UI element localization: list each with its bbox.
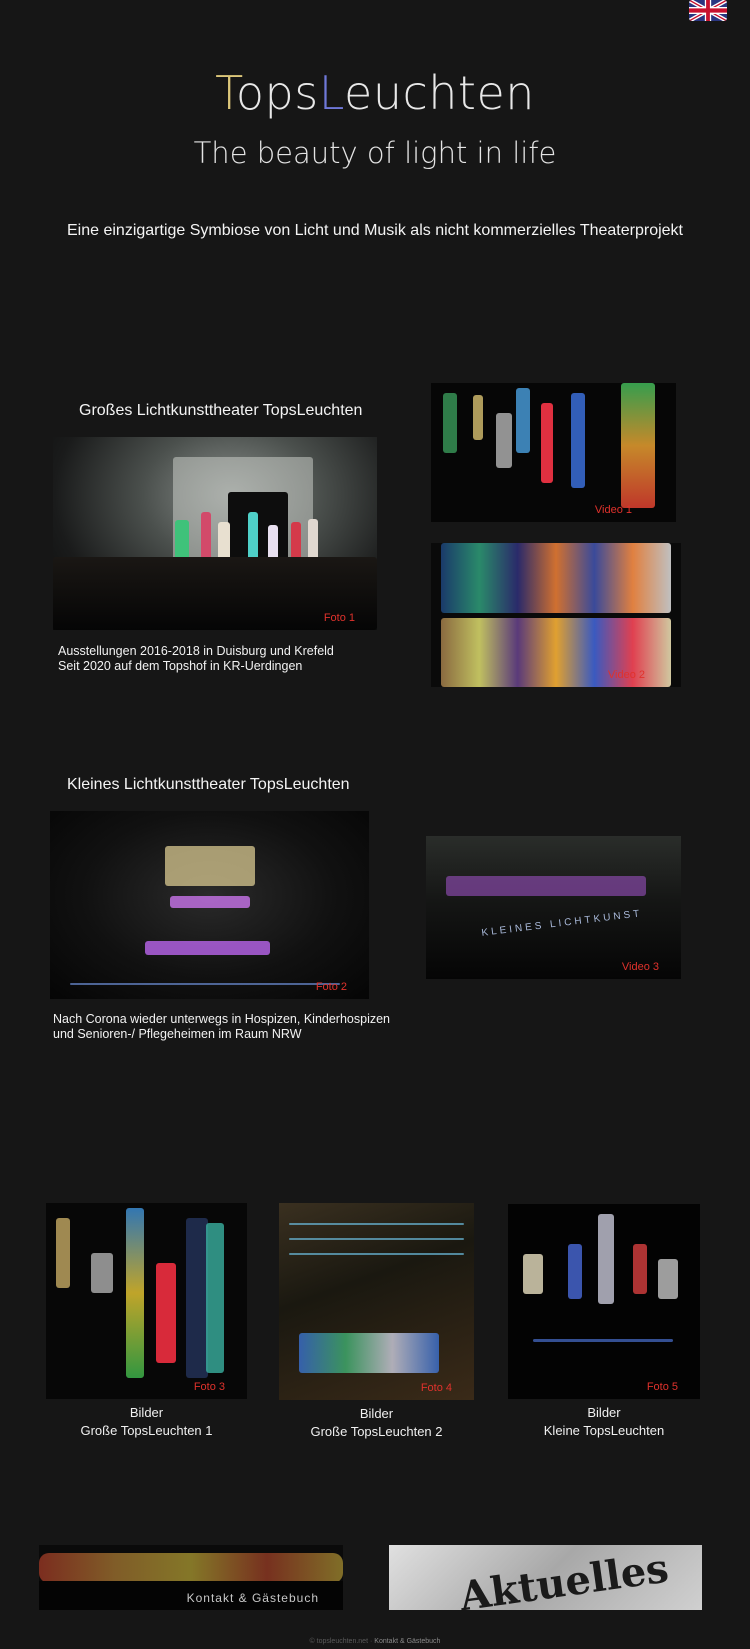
caption-line: Seit 2020 auf dem Topshof in KR-Uerdinge…: [58, 659, 303, 673]
video-tag: Video 3: [621, 961, 659, 973]
gallery-caption[interactable]: Bilder Große TopsLeuchten 1: [46, 1404, 247, 1440]
contact-banner-label: Kontakt & Gästebuch: [186, 1591, 319, 1605]
section2-caption: Nach Corona wieder unterwegs in Hospizen…: [53, 1012, 390, 1042]
gallery-caption-line: Bilder: [359, 1406, 394, 1421]
photo-tag: Foto 2: [315, 981, 347, 993]
news-banner[interactable]: Aktuelles: [389, 1545, 702, 1610]
news-banner-label: Aktuelles: [456, 1545, 672, 1610]
logo-text-euchten: euchten: [344, 66, 535, 120]
video-thumb-3[interactable]: KLEINES LICHTKUNST Video 3: [426, 836, 681, 979]
footer-contact-link[interactable]: Kontakt & Gästebuch: [374, 1638, 440, 1645]
footer: © topsleuchten.net · Kontakt & Gästebuch: [0, 1638, 750, 1645]
video-thumb-2[interactable]: Video 2: [431, 543, 681, 687]
video-overlay-text: KLEINES LICHTKUNST: [480, 908, 643, 939]
photo-tag: Foto 5: [646, 1381, 678, 1393]
logo-letter-l: L: [318, 66, 345, 120]
gallery-photo-foto-5[interactable]: Foto 5: [508, 1204, 700, 1399]
video-tag: Video 2: [607, 669, 645, 681]
photo-tag: Foto 1: [323, 612, 355, 624]
caption-line: Nach Corona wieder unterwegs in Hospizen…: [53, 1012, 390, 1026]
gallery-caption-line: Kleine TopsLeuchten: [543, 1423, 665, 1438]
footer-separator: ·: [369, 1638, 373, 1645]
footer-copyright: © topsleuchten.net: [309, 1638, 369, 1645]
photo-tag: Foto 3: [193, 1381, 225, 1393]
caption-line: Ausstellungen 2016-2018 in Duisburg und …: [58, 644, 334, 658]
site-logo: TopsLeuchten: [0, 66, 750, 120]
logo-letter-t: T: [215, 66, 236, 120]
section-title-big-theater: Großes Lichtkunsttheater TopsLeuchten: [79, 402, 363, 419]
gallery-caption[interactable]: Bilder Große TopsLeuchten 2: [279, 1405, 474, 1441]
logo-text-ops: ops: [235, 66, 319, 120]
gallery-caption-line: Große TopsLeuchten 1: [80, 1423, 213, 1438]
photo-foto-2[interactable]: Foto 2: [50, 811, 369, 999]
tagline: The beauty of light in life: [193, 136, 557, 170]
intro-text: Eine einzigartige Symbiose von Licht und…: [67, 222, 683, 239]
caption-line: und Senioren-/ Pflegeheimen im Raum NRW: [53, 1027, 302, 1041]
gallery-photo-foto-3[interactable]: Foto 3: [46, 1203, 247, 1399]
photo-foto-1[interactable]: Foto 1: [53, 437, 377, 630]
gallery-caption[interactable]: Bilder Kleine TopsLeuchten: [508, 1404, 700, 1440]
gallery-caption-line: Bilder: [129, 1405, 164, 1420]
contact-guestbook-banner[interactable]: Kontakt & Gästebuch: [39, 1545, 343, 1610]
gallery-caption-line: Große TopsLeuchten 2: [310, 1424, 443, 1439]
gallery-caption-line: Bilder: [587, 1405, 621, 1420]
section-title-small-theater: Kleines Lichtkunsttheater TopsLeuchten: [67, 776, 350, 793]
video-thumb-1[interactable]: Video 1: [431, 383, 676, 522]
section1-caption: Ausstellungen 2016-2018 in Duisburg und …: [58, 644, 334, 674]
gallery-photo-foto-4[interactable]: Foto 4: [279, 1203, 474, 1400]
uk-flag-icon[interactable]: [689, 0, 727, 21]
photo-tag: Foto 4: [420, 1382, 452, 1394]
video-tag: Video 1: [594, 504, 632, 516]
